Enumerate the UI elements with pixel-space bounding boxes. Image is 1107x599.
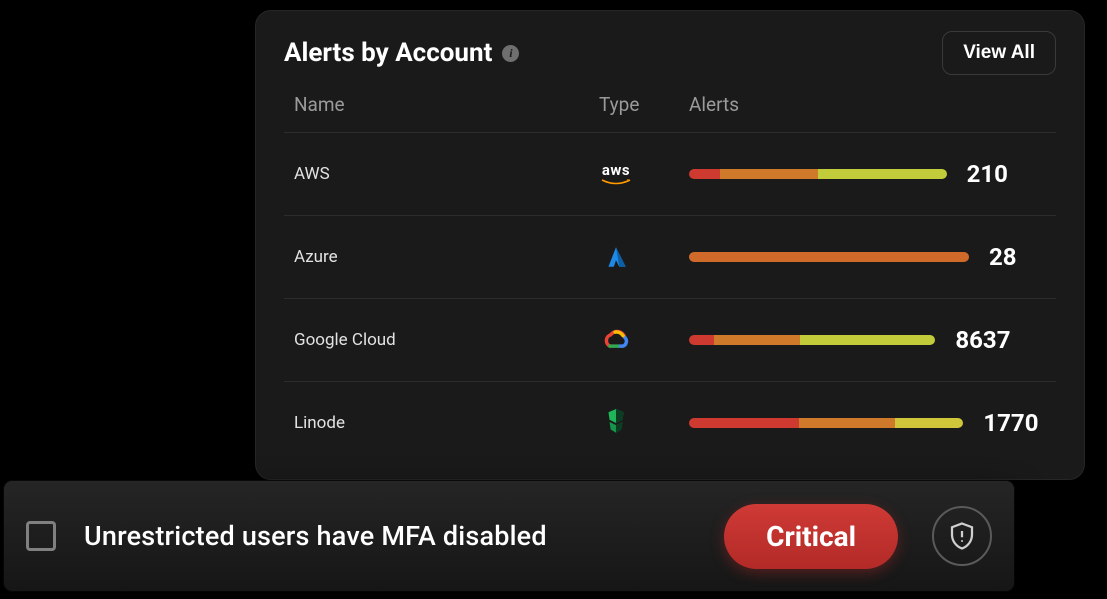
row-name: AWS <box>294 164 330 184</box>
table-row[interactable]: Azure 28 <box>284 216 1056 299</box>
table-row[interactable]: AWS aws 210 <box>284 133 1056 216</box>
azure-icon <box>599 240 633 274</box>
alert-count: 28 <box>989 243 1059 271</box>
alert-count: 8637 <box>955 326 1025 354</box>
alerts-by-account-card: Alerts by Account i View All Name Type A… <box>255 10 1085 480</box>
alert-count: 210 <box>967 160 1037 188</box>
alert-count: 1770 <box>983 409 1053 437</box>
linode-icon <box>599 406 633 440</box>
col-header-type: Type <box>599 93 689 116</box>
row-name: Azure <box>294 247 338 267</box>
card-header: Alerts by Account i View All <box>284 31 1056 75</box>
severity-pill: Critical <box>724 504 898 569</box>
col-header-name: Name <box>294 93 599 116</box>
col-header-alerts: Alerts <box>689 93 1046 116</box>
shield-alert-icon <box>947 521 977 551</box>
table-row[interactable]: Google Cloud 8637 <box>284 299 1056 382</box>
table-body: AWS aws 210Azure 28Google Cloud 8637Lino… <box>284 133 1056 464</box>
row-name: Linode <box>294 413 345 433</box>
view-all-button[interactable]: View All <box>942 31 1056 75</box>
shield-alert-button[interactable] <box>932 506 992 566</box>
alert-bar <box>689 169 947 179</box>
alert-bar <box>689 418 963 428</box>
alert-bar <box>689 335 935 345</box>
alert-bar <box>689 252 969 262</box>
card-title-wrap: Alerts by Account i <box>284 38 519 68</box>
alert-strip: Unrestricted users have MFA disabled Cri… <box>4 481 1014 591</box>
table-row[interactable]: Linode 1770 <box>284 382 1056 464</box>
alert-text: Unrestricted users have MFA disabled <box>84 520 696 552</box>
table-header: Name Type Alerts <box>284 87 1056 133</box>
row-name: Google Cloud <box>294 330 396 350</box>
info-icon[interactable]: i <box>502 45 519 62</box>
alert-checkbox[interactable] <box>26 521 56 551</box>
google-cloud-icon <box>599 323 633 357</box>
card-title: Alerts by Account <box>284 38 492 68</box>
aws-icon: aws <box>599 157 633 191</box>
